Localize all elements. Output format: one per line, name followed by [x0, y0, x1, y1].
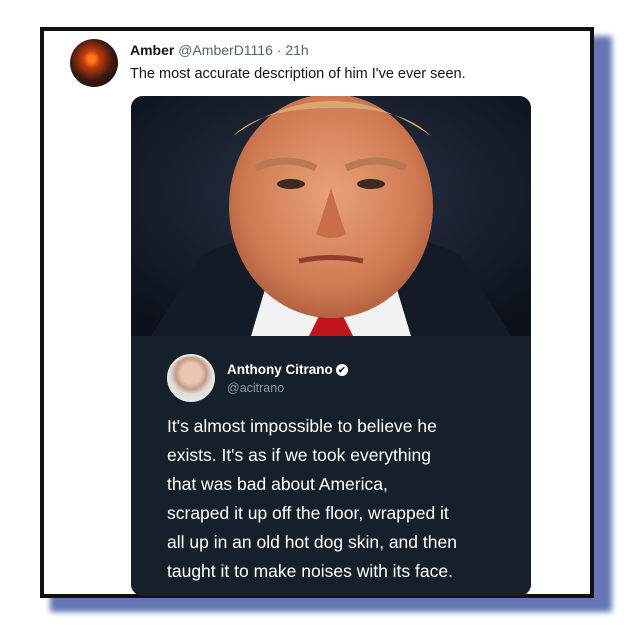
meta-separator: · [276, 42, 282, 58]
quoted-text-line: exists. It's as if we took everything [167, 445, 432, 465]
quoted-avatar[interactable] [167, 354, 215, 402]
author-name[interactable]: Amber [130, 42, 174, 58]
quoted-text-line: taught it to make noises with its face. [167, 561, 453, 581]
quoted-text-line: scraped it up off the floor, wrapped it [167, 503, 449, 523]
quoted-tweet-text: It's almost impossible to believe he exi… [167, 412, 512, 586]
avatar[interactable] [70, 39, 118, 87]
tweet-text: The most accurate description of him I'v… [130, 66, 466, 82]
quoted-text-line: all up in an old hot dog skin, and then [167, 532, 457, 552]
quoted-author-name[interactable]: Anthony Citrano ✔ [227, 362, 348, 377]
timestamp[interactable]: 21h [285, 42, 308, 58]
quoted-text-line: that was bad about America, [167, 474, 388, 494]
quoted-author-name-text: Anthony Citrano [227, 362, 333, 377]
tweet-frame: Amber @AmberD1116 · 21h The most accurat… [40, 27, 594, 598]
verified-badge-icon: ✔ [335, 364, 348, 377]
quoted-tweet-card[interactable]: Anthony Citrano ✔ @acitrano It's almost i… [131, 336, 531, 596]
author-handle[interactable]: @AmberD1116 [178, 42, 273, 58]
tweet-header: Amber @AmberD1116 · 21h [130, 42, 309, 58]
portrait-photo [131, 96, 531, 336]
media-attachment[interactable]: Anthony Citrano ✔ @acitrano It's almost i… [131, 96, 531, 596]
quoted-text-line: It's almost impossible to believe he [167, 416, 437, 436]
quoted-author-handle[interactable]: @acitrano [227, 381, 284, 395]
